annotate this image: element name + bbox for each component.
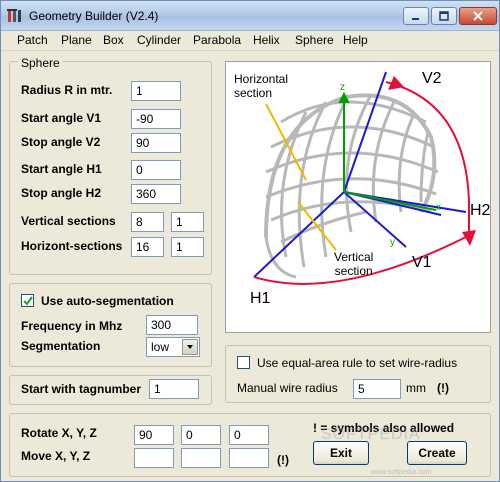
create-button[interactable]: Create bbox=[407, 441, 467, 465]
segmentation-select-value: low bbox=[151, 340, 170, 354]
move-label: Move X, Y, Z bbox=[21, 449, 91, 463]
minimize-button[interactable] bbox=[403, 7, 429, 25]
start-angle-h1-label: Start angle H1 bbox=[21, 162, 102, 176]
exit-button[interactable]: Exit bbox=[313, 441, 369, 465]
close-button[interactable] bbox=[459, 7, 497, 25]
sphere-group-title: Sphere bbox=[18, 56, 63, 70]
menu-box[interactable]: Box bbox=[101, 33, 126, 47]
horizont-sections-input-2[interactable] bbox=[171, 237, 204, 257]
h2-label: H2 bbox=[470, 202, 491, 219]
rotate-label: Rotate X, Y, Z bbox=[21, 426, 97, 440]
menu-cylinder[interactable]: Cylinder bbox=[135, 33, 183, 47]
move-x-input[interactable] bbox=[134, 448, 174, 468]
close-icon bbox=[473, 11, 483, 21]
maximize-button[interactable] bbox=[431, 7, 457, 25]
manual-wire-radius-label: Manual wire radius bbox=[237, 381, 338, 395]
radius-input[interactable] bbox=[131, 81, 181, 101]
frequency-input[interactable] bbox=[146, 315, 198, 335]
v2-label: V2 bbox=[422, 70, 442, 87]
auto-segmentation-label: Use auto-segmentation bbox=[41, 294, 174, 308]
title-bar[interactable]: Geometry Builder (V2.4) bbox=[1, 1, 499, 31]
horizont-sections-label: Horizont-sections bbox=[21, 239, 123, 253]
stop-angle-h2-label: Stop angle H2 bbox=[21, 186, 102, 200]
start-angle-v1-label: Start angle V1 bbox=[21, 111, 102, 125]
wire-radius-unit: mm bbox=[406, 381, 426, 395]
menu-patch[interactable]: Patch bbox=[15, 33, 50, 47]
app-window: Geometry Builder (V2.4) Patch Plane Box … bbox=[0, 0, 500, 482]
menu-sphere[interactable]: Sphere bbox=[293, 33, 336, 47]
move-y-input[interactable] bbox=[181, 448, 221, 468]
z-axis-label: z bbox=[340, 82, 345, 93]
menu-help[interactable]: Help bbox=[341, 33, 370, 47]
vertical-sections-input-2[interactable] bbox=[171, 212, 204, 232]
x-axis-label: x bbox=[436, 202, 441, 213]
rotate-y-input[interactable] bbox=[181, 425, 221, 445]
horizontal-section-label: Horizontal section bbox=[234, 72, 289, 100]
vertical-section-label: Vertical section bbox=[334, 250, 374, 278]
chevron-down-icon bbox=[187, 345, 193, 349]
start-angle-v1-input[interactable] bbox=[131, 109, 181, 129]
menu-bar: Patch Plane Box Cylinder Parabola Helix … bbox=[1, 31, 499, 51]
equal-area-label: Use equal-area rule to set wire-radius bbox=[257, 356, 458, 370]
wire-radius-hint: (!) bbox=[437, 381, 449, 395]
vertical-sections-label: Vertical sections bbox=[21, 214, 116, 228]
menu-parabola[interactable]: Parabola bbox=[191, 33, 243, 47]
app-icon bbox=[7, 9, 21, 22]
auto-segmentation-checkbox[interactable] bbox=[21, 294, 34, 307]
dropdown-button[interactable] bbox=[182, 339, 198, 355]
tagnumber-label: Start with tagnumber bbox=[21, 382, 142, 396]
stop-angle-v2-input[interactable] bbox=[131, 133, 181, 153]
menu-plane[interactable]: Plane bbox=[59, 33, 94, 47]
equal-area-checkbox[interactable] bbox=[237, 356, 250, 369]
tagnumber-input[interactable] bbox=[149, 379, 199, 399]
maximize-icon bbox=[439, 11, 449, 21]
frequency-label: Frequency in Mhz bbox=[21, 319, 123, 333]
checkmark-icon bbox=[23, 296, 33, 306]
move-hint: (!) bbox=[277, 453, 289, 467]
menu-helix[interactable]: Helix bbox=[251, 33, 282, 47]
window-title: Geometry Builder (V2.4) bbox=[29, 9, 159, 23]
segmentation-select[interactable]: low bbox=[146, 337, 200, 357]
rotate-x-input[interactable] bbox=[134, 425, 174, 445]
radius-label: Radius R in mtr. bbox=[21, 83, 113, 97]
v1-label: V1 bbox=[412, 254, 432, 271]
horizont-sections-input[interactable] bbox=[131, 237, 164, 257]
sphere-diagram: Horizontal section Vertical section V2 V… bbox=[225, 61, 491, 333]
stop-angle-h2-input[interactable] bbox=[131, 184, 181, 204]
minimize-icon bbox=[412, 18, 419, 20]
vertical-sections-input[interactable] bbox=[131, 212, 164, 232]
start-angle-h1-input[interactable] bbox=[131, 160, 181, 180]
rotate-z-input[interactable] bbox=[229, 425, 269, 445]
segmentation-label: Segmentation bbox=[21, 339, 101, 353]
watermark-url: www.softpedia.com bbox=[371, 469, 432, 476]
y-axis-label: y bbox=[390, 237, 395, 248]
h1-label: H1 bbox=[250, 290, 271, 307]
stop-angle-v2-label: Stop angle V2 bbox=[21, 135, 101, 149]
move-z-input[interactable] bbox=[229, 448, 269, 468]
manual-wire-radius-input[interactable] bbox=[353, 379, 401, 399]
